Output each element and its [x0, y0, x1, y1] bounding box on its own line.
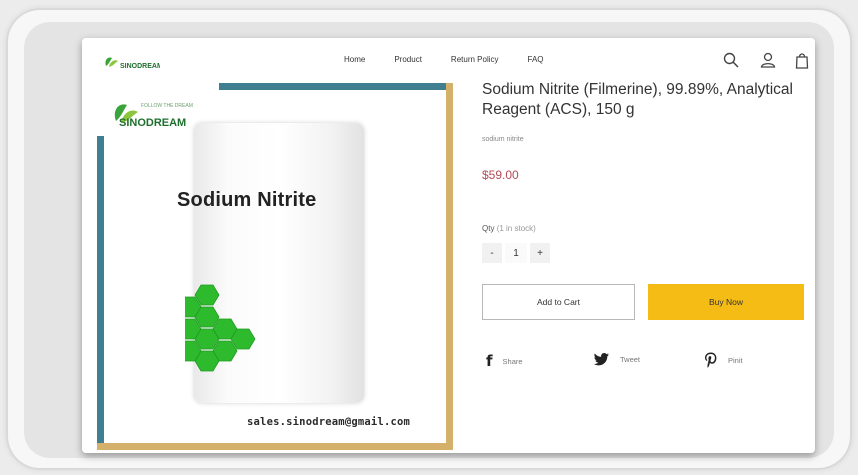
pinterest-icon — [705, 352, 717, 368]
share-pinterest[interactable]: Pinit — [704, 352, 743, 368]
nav-faq[interactable]: FAQ — [528, 55, 544, 64]
product-title: Sodium Nitrite (Filmerine), 99.89%, Anal… — [482, 81, 793, 118]
frame-accent-bottom — [97, 443, 453, 450]
product-image[interactable]: FOLLOW THE DREAM SINODREAM Sodium Nitrit… — [97, 83, 453, 450]
frame-accent-left — [97, 136, 104, 450]
share-pinterest-label: Pinit — [728, 355, 743, 365]
quantity-label: Qty (1 in stock) — [482, 224, 536, 233]
contact-email: sales.sinodream@gmail.com — [247, 416, 411, 428]
svg-text:SINODREAM: SINODREAM — [119, 117, 186, 129]
share-twitter[interactable]: Tweet — [594, 352, 640, 366]
hexagon-pattern — [185, 284, 256, 372]
quantity-stepper: - 1 + — [482, 243, 550, 263]
search-icon[interactable] — [722, 51, 740, 69]
qty-input[interactable]: 1 — [505, 243, 527, 263]
account-icon[interactable] — [759, 51, 777, 69]
frame-accent-right — [446, 83, 453, 450]
nav-home[interactable]: Home — [344, 55, 365, 64]
site-logo[interactable]: SINODREAM — [100, 52, 160, 72]
nav-return-policy[interactable]: Return Policy — [451, 55, 499, 64]
main-nav: Home Product Return Policy FAQ — [344, 55, 573, 64]
share-facebook[interactable]: f Share — [486, 352, 523, 370]
twitter-icon — [594, 353, 609, 366]
browser-window: SINODREAM Home Product Return Policy FAQ — [82, 38, 815, 453]
share-twitter-label: Tweet — [620, 354, 641, 364]
qty-increment-button[interactable]: + — [530, 243, 550, 263]
buy-now-button[interactable]: Buy Now — [648, 284, 804, 320]
facebook-icon: f — [486, 352, 493, 370]
site-header: SINODREAM Home Product Return Policy FAQ — [82, 38, 815, 80]
svg-text:FOLLOW THE DREAM: FOLLOW THE DREAM — [141, 103, 193, 109]
share-facebook-label: Share — [502, 356, 523, 366]
cart-icon[interactable] — [793, 51, 811, 69]
svg-text:SINODREAM: SINODREAM — [120, 63, 160, 70]
qty-text: Qty — [482, 224, 495, 233]
product-price: $59.00 — [482, 168, 519, 182]
frame-accent-top — [219, 83, 453, 90]
add-to-cart-button[interactable]: Add to Cart — [482, 284, 635, 320]
brand-logo: FOLLOW THE DREAM SINODREAM — [114, 103, 193, 129]
product-subtitle: sodium nitrite — [482, 136, 524, 143]
nav-product[interactable]: Product — [394, 55, 422, 64]
packet-label: Sodium Nitrite — [177, 189, 317, 211]
qty-decrement-button[interactable]: - — [482, 243, 502, 263]
stock-status: (1 in stock) — [496, 224, 536, 233]
